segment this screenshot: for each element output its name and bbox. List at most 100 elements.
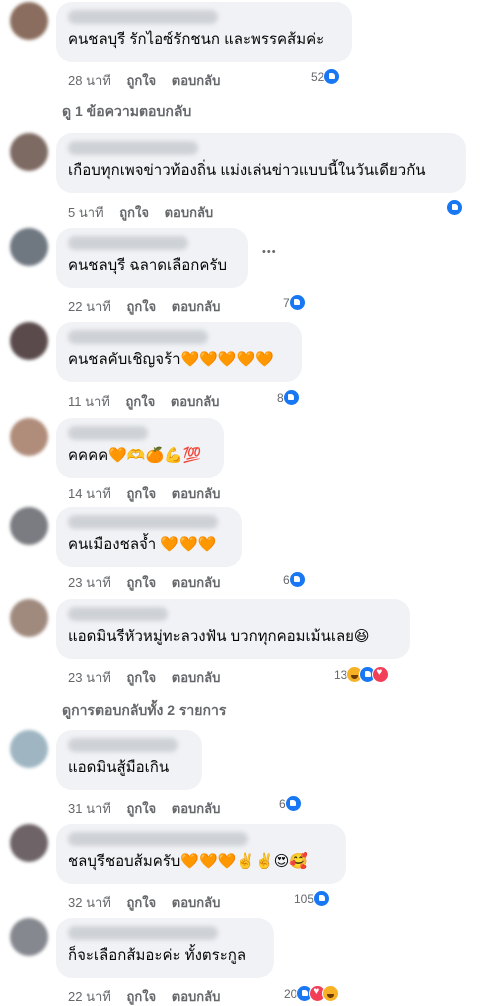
reply-button[interactable]: ตอบกลับ [165,205,214,220]
more-options-icon[interactable]: ••• [262,246,277,258]
like-button[interactable]: ถูกใจ [126,575,156,590]
comment-bubble: เกือบทุกเพจข่าวท้องถิ่น แม่งเล่นข่าวแบบน… [56,133,466,193]
comment-bubble: คนชลคับเชิญจร้า🧡🧡🧡🧡🧡 [56,322,302,382]
avatar[interactable] [10,730,48,768]
comment-time[interactable]: 11 นาที [68,394,110,409]
comment-time[interactable]: 14 นาที [68,486,111,501]
view-replies-link[interactable]: ดูการตอบกลับทั้ง 2 รายการ [62,700,226,722]
reaction-count: 105 [294,891,315,906]
commenter-name-redacted[interactable] [68,607,168,621]
like-button[interactable]: ถูกใจ [126,394,156,409]
commenter-name-redacted[interactable] [68,236,188,250]
comment-text: คคคค🧡🫶🍊💪💯 [68,447,202,464]
comment-meta: 31 นาที ถูกใจ ตอบกลับ [68,798,232,819]
reaction-count: 20 [284,986,298,1001]
like-icon [288,571,306,588]
comment-time[interactable]: 22 นาที [68,989,111,1004]
comment-time[interactable]: 32 นาที [68,895,111,910]
reaction-summary[interactable]: 6 [279,795,302,812]
avatar[interactable] [10,507,48,545]
avatar[interactable] [10,418,48,456]
like-icon [282,389,300,406]
comment-meta: 28 นาที ถูกใจ ตอบกลับ [68,70,232,91]
like-button[interactable]: ถูกใจ [126,895,156,910]
reaction-summary[interactable] [446,199,463,216]
commenter-name-redacted[interactable] [68,10,218,24]
reaction-summary[interactable]: 105 [294,890,331,907]
like-icon [446,199,463,216]
reaction-summary[interactable]: 20 [284,985,340,1002]
commenter-name-redacted[interactable] [68,330,208,344]
avatar[interactable] [10,133,48,171]
comment-time[interactable]: 23 นาที [68,575,111,590]
reply-button[interactable]: ตอบกลับ [172,801,221,816]
comment-text: คนชลบุรี รักไอซ์รักชนก และพรรคส้มค่ะ [68,31,325,48]
avatar[interactable] [10,824,48,862]
commenter-name-redacted[interactable] [68,515,218,529]
avatar[interactable] [10,228,48,266]
like-icon [313,890,331,907]
haha-icon [322,985,340,1002]
comment-text: คนชลบุรี ฉลาดเลือกครับ [68,257,228,274]
comment-bubble: แอดมินรีหัวหมู่ทะลวงฟัน บวกทุกคอมเม้นเลย… [56,599,410,659]
reply-button[interactable]: ตอบกลับ [172,73,221,88]
like-icon [288,294,306,311]
view-replies-link[interactable]: ดู 1 ข้อความตอบกลับ [62,101,191,123]
comment-time[interactable]: 31 นาที [68,801,111,816]
comment-text: เกือบทุกเพจข่าวท้องถิ่น แม่งเล่นข่าวแบบน… [68,162,426,179]
reply-button[interactable]: ตอบกลับ [172,895,221,910]
comment-meta: 11 นาที ถูกใจ ตอบกลับ [68,391,231,412]
reaction-summary[interactable]: 13 [334,666,390,683]
commenter-name-redacted[interactable] [68,738,178,752]
like-button[interactable]: ถูกใจ [126,299,156,314]
reply-button[interactable]: ตอบกลับ [172,575,221,590]
reply-button[interactable]: ตอบกลับ [172,989,221,1004]
comment-bubble: คนชลบุรี รักไอซ์รักชนก และพรรคส้มค่ะ [56,2,352,62]
comment-meta: 5 นาที ถูกใจ ตอบกลับ [68,202,225,223]
reply-button[interactable]: ตอบกลับ [172,670,221,685]
comment-meta: 22 นาที ถูกใจ ตอบกลับ [68,986,232,1006]
comment-meta: 23 นาที ถูกใจ ตอบกลับ [68,667,232,688]
comment-time[interactable]: 5 นาที [68,205,104,220]
like-icon [284,795,302,812]
like-button[interactable]: ถูกใจ [126,73,156,88]
reaction-summary[interactable]: 6 [283,571,306,588]
commenter-name-redacted[interactable] [68,832,248,846]
like-button[interactable]: ถูกใจ [126,989,156,1004]
avatar[interactable] [10,599,48,637]
comment-time[interactable]: 28 นาที [68,73,111,88]
comment-text: คนชลคับเชิญจร้า🧡🧡🧡🧡🧡 [68,351,274,368]
comment-meta: 32 นาที ถูกใจ ตอบกลับ [68,892,232,913]
avatar[interactable] [10,322,48,360]
love-icon [372,666,390,683]
reply-button[interactable]: ตอบกลับ [172,299,221,314]
comment-bubble: คนชลบุรี ฉลาดเลือกครับ [56,228,248,288]
reply-button[interactable]: ตอบกลับ [171,394,220,409]
like-button[interactable]: ถูกใจ [119,205,149,220]
reply-button[interactable]: ตอบกลับ [172,486,221,501]
comment-meta: 22 นาที ถูกใจ ตอบกลับ [68,296,232,317]
commenter-name-redacted[interactable] [68,141,198,155]
reaction-count: 52 [311,69,325,84]
commenter-name-redacted[interactable] [68,426,148,440]
like-button[interactable]: ถูกใจ [126,486,156,501]
comment-time[interactable]: 23 นาที [68,670,111,685]
like-button[interactable]: ถูกใจ [126,670,156,685]
like-button[interactable]: ถูกใจ [126,801,156,816]
comment-bubble: ชลบุรีชอบส้มครับ🧡🧡🧡✌️✌️😍🥰 [56,824,346,884]
avatar[interactable] [10,918,48,956]
comment-meta: 14 นาที ถูกใจ ตอบกลับ [68,483,232,504]
comment-text: ชลบุรีชอบส้มครับ🧡🧡🧡✌️✌️😍🥰 [68,853,309,870]
reaction-summary[interactable]: 52 [311,68,341,85]
comment-bubble: คคคค🧡🫶🍊💪💯 [56,418,224,478]
avatar[interactable] [10,2,48,40]
comment-meta: 23 นาที ถูกใจ ตอบกลับ [68,572,232,593]
comment-text: แอดมินรีหัวหมู่ทะลวงฟัน บวกทุกคอมเม้นเลย… [68,628,370,645]
comment-time[interactable]: 22 นาที [68,299,111,314]
comment-bubble: คนเมืองชลจ้ำ 🧡🧡🧡 [56,507,242,567]
reaction-summary[interactable]: 8 [277,389,300,406]
commenter-name-redacted[interactable] [68,926,218,940]
comment-bubble: ก็จะเลือกส้มอะค่ะ ทั้งตระกูล [56,918,274,978]
comment-text: แอดมินสู้มือเกิน [68,759,170,776]
reaction-summary[interactable]: 7 [283,294,306,311]
